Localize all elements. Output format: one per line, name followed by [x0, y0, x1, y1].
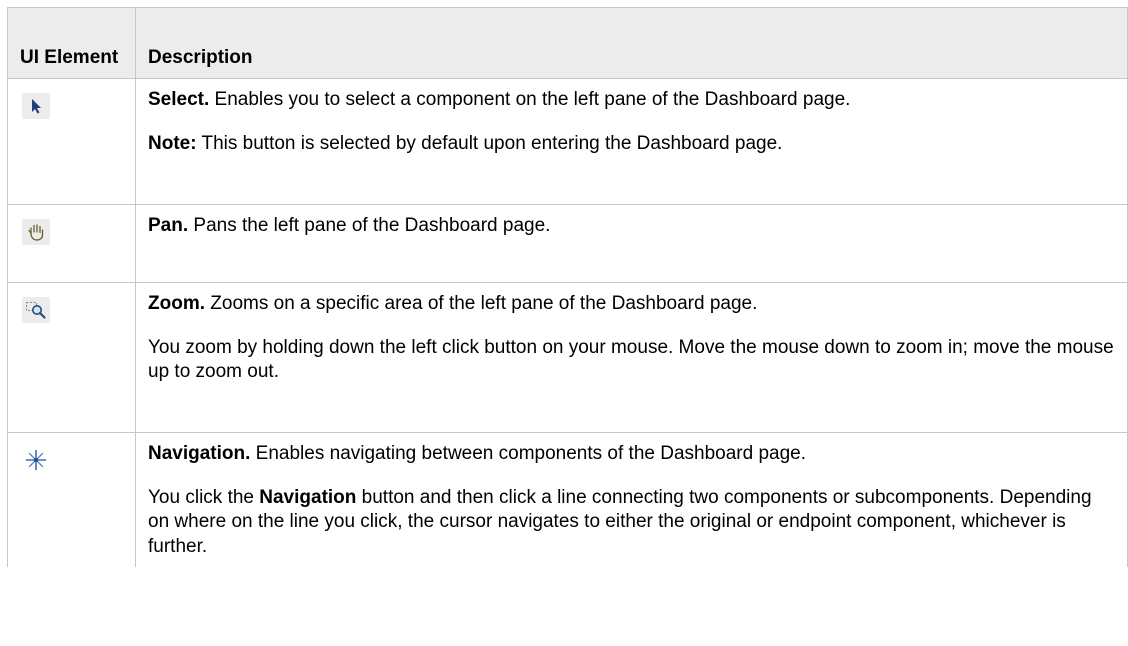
table-row: Zoom. Zooms on a specific area of the le…	[7, 282, 1128, 433]
element-name: Select.	[148, 89, 210, 110]
description-cell: Select. Enables you to select a componen…	[135, 78, 1128, 205]
icon-cell	[7, 432, 136, 567]
note-text: This button is selected by default upon …	[196, 132, 783, 154]
icon-cell	[7, 78, 136, 205]
table-row: Pan. Pans the left pane of the Dashboard…	[7, 204, 1128, 283]
icon-cell	[7, 204, 136, 283]
pan-hand-icon	[22, 219, 50, 245]
element-description: Enables navigating between components of…	[250, 443, 807, 464]
description-paragraph: Navigation. Enables navigating between c…	[148, 442, 1115, 467]
zoom-magnifier-icon	[22, 297, 50, 323]
element-description: Zooms on a specific area of the left pan…	[205, 293, 758, 314]
detail-paragraph: You zoom by holding down the left click …	[148, 336, 1114, 383]
description-paragraph: Pan. Pans the left pane of the Dashboard…	[148, 214, 1115, 239]
detail-prefix: You click the	[148, 486, 260, 508]
note-label: Note:	[148, 132, 197, 154]
description-paragraph: Select. Enables you to select a componen…	[148, 88, 1115, 113]
detail-paragraph: You click the Navigation button and then…	[148, 486, 1115, 560]
table-header-row: UI Element Description	[7, 7, 1128, 79]
description-paragraph: Zoom. Zooms on a specific area of the le…	[148, 292, 1115, 317]
select-arrow-icon	[22, 93, 50, 119]
element-description: Pans the left pane of the Dashboard page…	[188, 215, 551, 236]
header-description: Description	[135, 7, 1128, 79]
element-name: Pan.	[148, 215, 189, 236]
description-cell: Navigation. Enables navigating between c…	[135, 432, 1128, 567]
ui-elements-table: UI Element Description Select. Enables y…	[7, 7, 1128, 567]
icon-cell	[7, 282, 136, 433]
header-ui-element: UI Element	[7, 7, 136, 79]
navigation-star-icon	[22, 447, 50, 473]
note-paragraph: Note: This button is selected by default…	[148, 132, 1115, 157]
description-cell: Pan. Pans the left pane of the Dashboard…	[135, 204, 1128, 283]
element-name: Zoom.	[148, 293, 205, 314]
element-name: Navigation.	[148, 443, 251, 464]
table-row: Select. Enables you to select a componen…	[7, 78, 1128, 205]
description-cell: Zoom. Zooms on a specific area of the le…	[135, 282, 1128, 433]
table-row: Navigation. Enables navigating between c…	[7, 432, 1128, 567]
element-description: Enables you to select a component on the…	[209, 89, 851, 110]
navigation-button-label: Navigation	[259, 486, 357, 508]
